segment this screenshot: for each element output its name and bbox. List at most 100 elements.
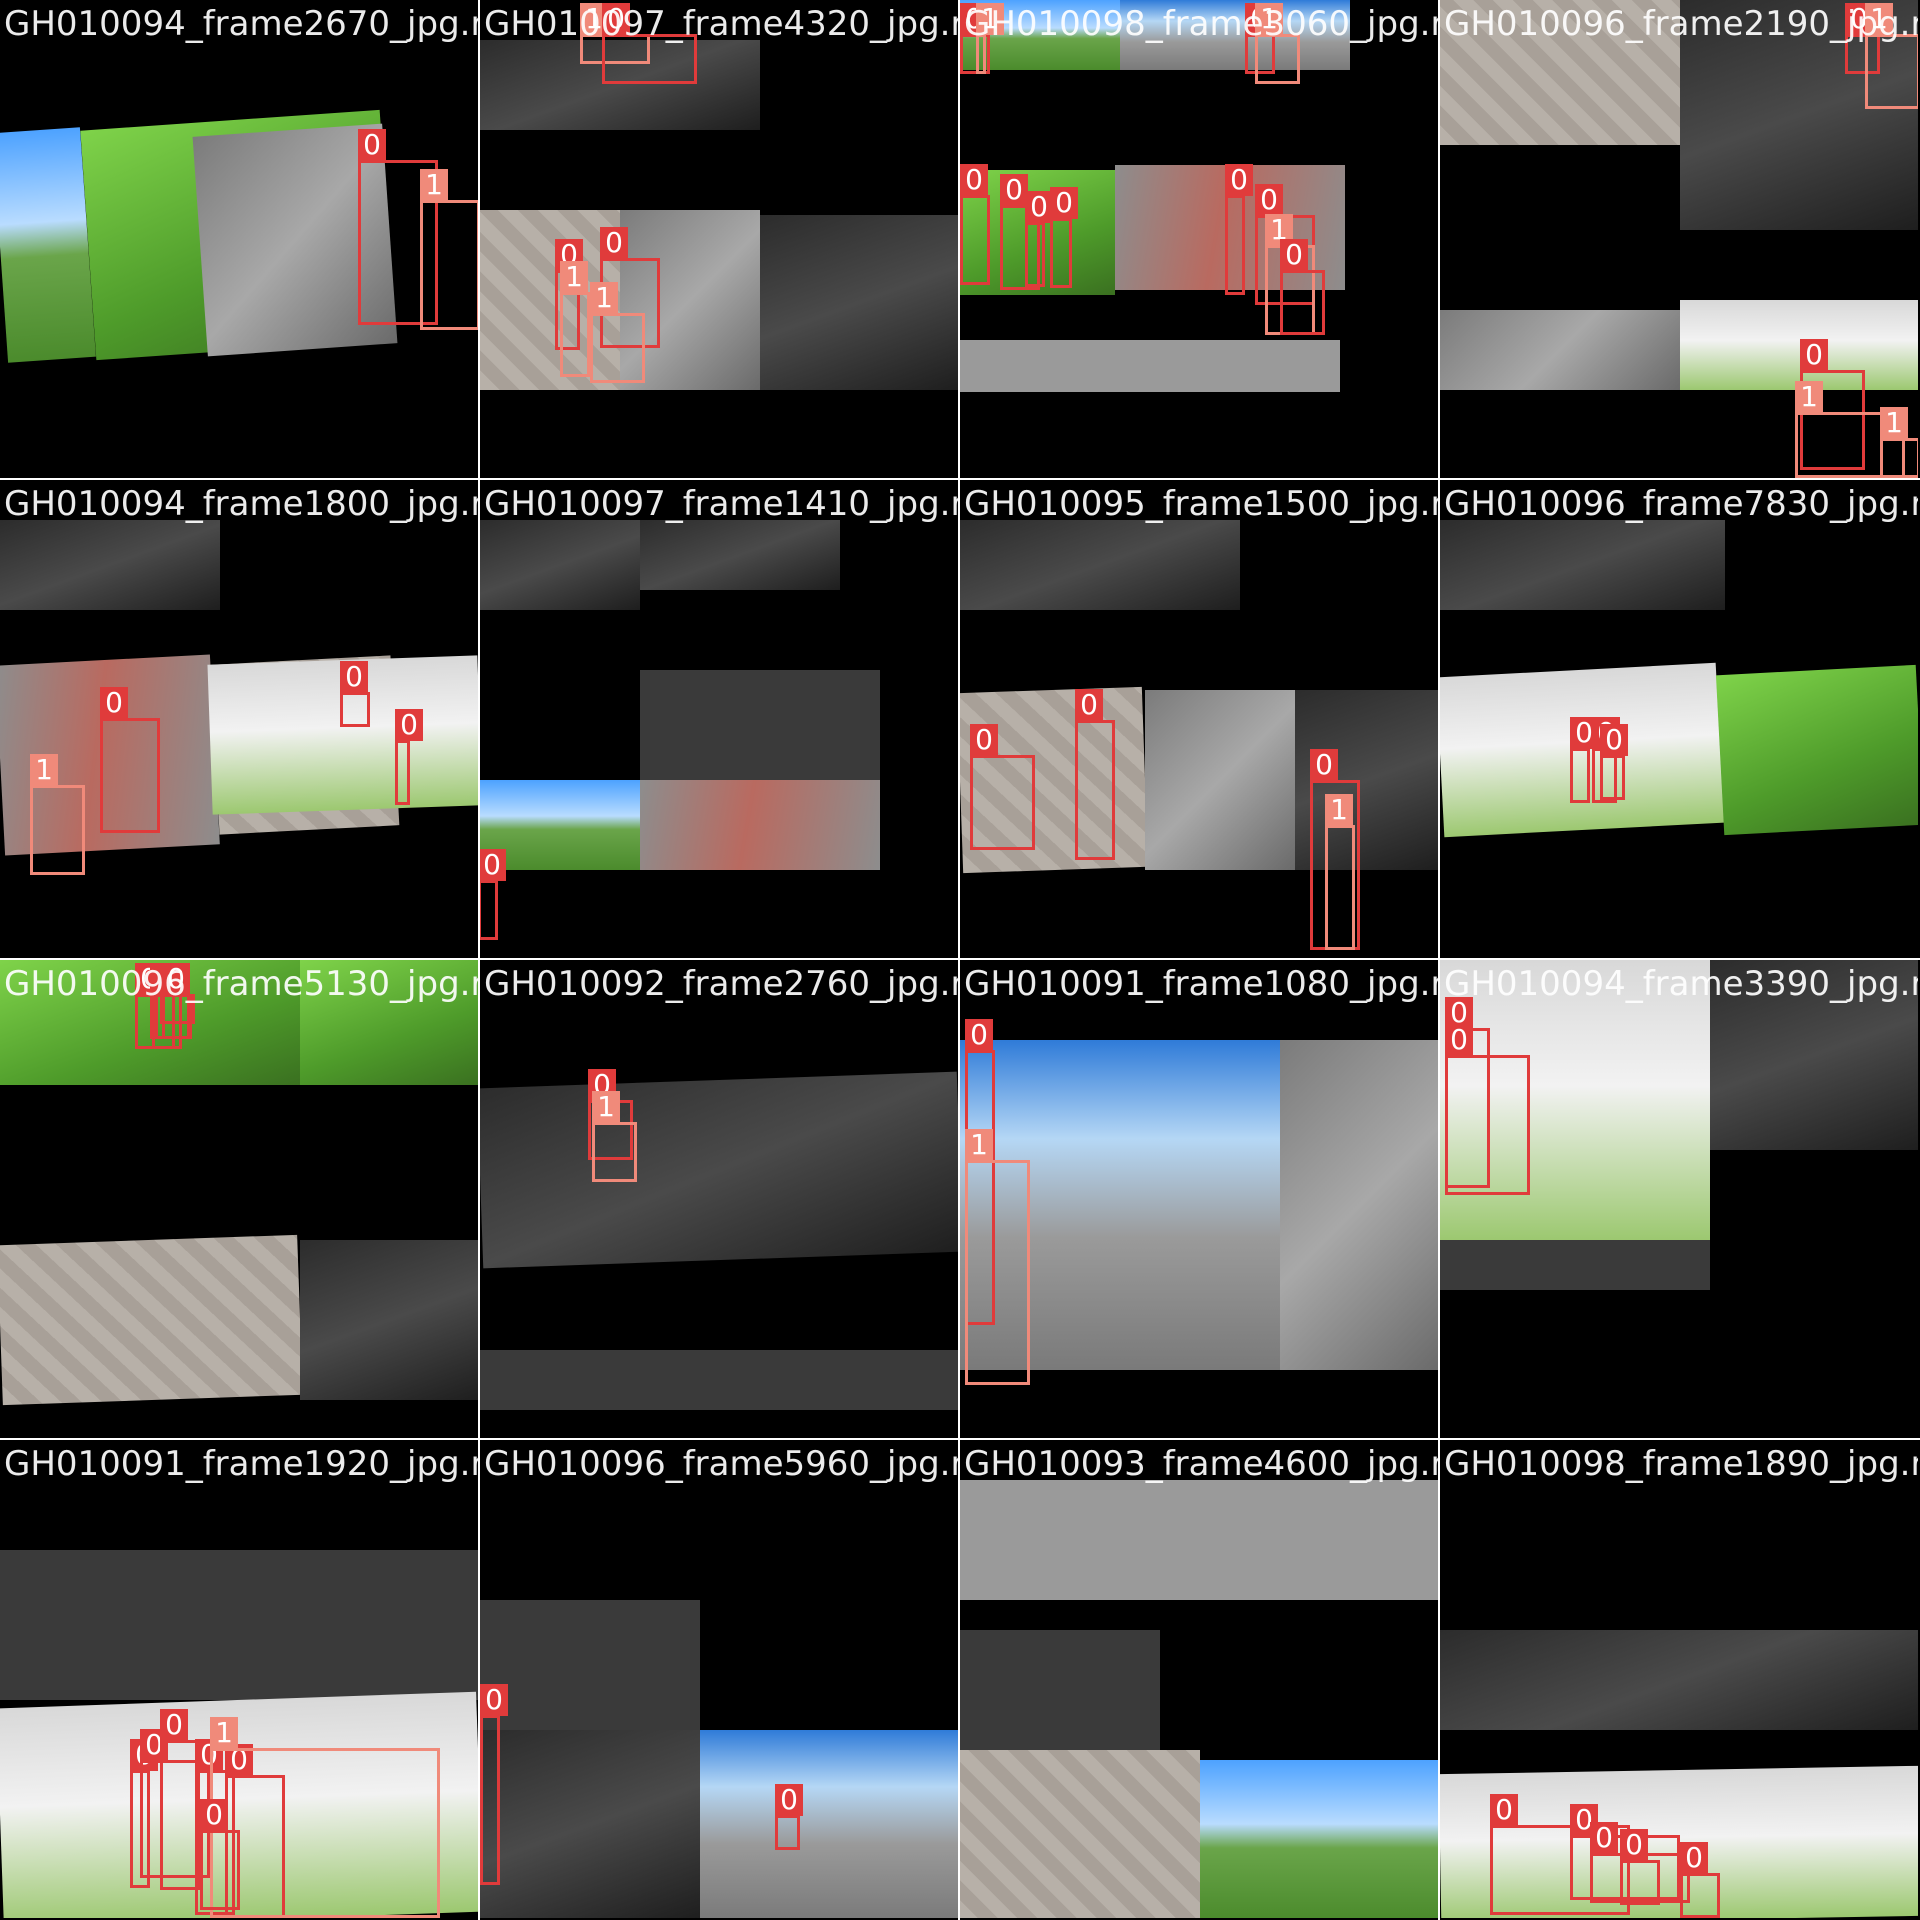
- tile-filename-label: GH010094_frame2670_jpg.rf: [4, 4, 478, 44]
- tile-filename-label: GH010097_frame1410_jpg.rf: [484, 484, 958, 524]
- detection-box: 0: [775, 1784, 803, 1850]
- tile-filename-label: GH010096_frame5130_jpg.rf: [4, 964, 478, 1004]
- detection-box: 0: [1050, 187, 1078, 288]
- tile-filename-label: GH010094_frame3390_jpg.rf: [1444, 964, 1918, 1004]
- augmented-photo-patch: [480, 1350, 958, 1410]
- tile-filename-label: GH010093_frame4600_jpg.rf: [964, 1444, 1438, 1484]
- class-id-tag: 1: [30, 754, 58, 786]
- augmented-photo-patch: [960, 1750, 1200, 1918]
- detection-box: 0: [1445, 1024, 1530, 1195]
- detection-box: 1: [1865, 3, 1918, 109]
- class-id-tag: 0: [1255, 184, 1283, 216]
- class-id-tag: 0: [1000, 174, 1028, 206]
- class-id-tag: 0: [358, 129, 386, 161]
- mosaic-tile: GH010091_frame1920_jpg.rf0000010: [0, 1440, 478, 1918]
- augmented-photo-patch: [960, 340, 1340, 392]
- augmented-photo-patch: [1715, 664, 1918, 836]
- class-id-tag: 0: [340, 661, 368, 693]
- detection-box: 0: [340, 661, 370, 727]
- mosaic-tile: GH010096_frame5130_jpg.rf000000: [0, 960, 478, 1438]
- class-id-tag: 0: [100, 687, 128, 719]
- augmented-photo-patch: [760, 215, 958, 390]
- mosaic-tile: GH010091_frame1080_jpg.rf 0 1: [960, 960, 1438, 1438]
- class-id-tag: 1: [560, 261, 588, 293]
- augmented-photo-patch: [480, 1071, 958, 1269]
- grid-divider-horizontal: [0, 478, 1920, 480]
- class-id-tag: 0: [1310, 749, 1338, 781]
- class-id-tag: 0: [1050, 187, 1078, 219]
- class-id-tag: 0: [1600, 724, 1628, 756]
- mosaic-tile: GH010098_frame3060_jpg.rf010100000010: [960, 0, 1438, 478]
- augmented-photo-patch: [1280, 1040, 1438, 1370]
- class-id-tag: 0: [775, 1784, 803, 1816]
- tile-filename-label: GH010091_frame1080_jpg.rf: [964, 964, 1438, 1004]
- class-id-tag: 0: [1075, 689, 1103, 721]
- class-id-tag: 0: [480, 849, 506, 881]
- augmented-photo-patch: [1200, 1760, 1438, 1918]
- mosaic-tile: GH010098_frame1890_jpg.rf 0 0 0 0 0: [1440, 1440, 1918, 1918]
- detection-box: 0: [395, 709, 423, 805]
- tile-filename-label: GH010096_frame5960_jpg.rf: [484, 1444, 958, 1484]
- tile-filename-label: GH010096_frame2190_jpg.rf: [1444, 4, 1918, 44]
- grid-divider-horizontal: [0, 1438, 1920, 1440]
- class-id-tag: 0: [1590, 1822, 1618, 1854]
- detection-box: 1: [420, 169, 478, 330]
- detection-box: 0: [480, 1684, 508, 1885]
- augmented-photo-patch: [960, 1480, 1438, 1600]
- detection-box: 1: [560, 261, 590, 377]
- class-id-tag: 0: [960, 164, 988, 196]
- class-id-tag: 0: [1490, 1794, 1518, 1826]
- mosaic-tile: GH010096_frame2190_jpg.rf 0 1 0 1 1: [1440, 0, 1918, 478]
- detection-box: 0: [970, 724, 1035, 850]
- grid-divider-vertical: [478, 0, 480, 1920]
- detection-box: 1: [1325, 794, 1355, 950]
- detection-box: 0: [1025, 191, 1053, 287]
- detection-box: 0: [1280, 239, 1325, 335]
- class-id-tag: 0: [1680, 1842, 1708, 1874]
- tile-filename-label: GH010096_frame7830_jpg.rf: [1444, 484, 1918, 524]
- class-id-tag: 1: [592, 1091, 620, 1123]
- detection-box: 0: [1075, 689, 1115, 860]
- tile-filename-label: GH010094_frame1800_jpg.rf: [4, 484, 478, 524]
- detection-box: 0: [100, 687, 160, 833]
- class-id-tag: 1: [1880, 407, 1908, 439]
- augmented-photo-patch: [0, 1234, 303, 1406]
- augmented-photo-patch: [1440, 310, 1680, 390]
- augmented-photo-patch: [1440, 1630, 1918, 1730]
- class-id-tag: 1: [210, 1717, 238, 1749]
- detection-box: 0: [1225, 164, 1253, 295]
- class-id-tag: 0: [160, 1709, 188, 1741]
- detection-box: 1: [210, 1717, 440, 1918]
- mosaic-tile: GH010096_frame7830_jpg.rf000: [1440, 480, 1918, 958]
- augmented-photo-patch: [960, 520, 1240, 610]
- class-id-tag: 0: [480, 1684, 508, 1716]
- detection-box: 0: [200, 1799, 240, 1910]
- augmented-photo-patch: [700, 1730, 958, 1918]
- augmented-photo-patch: [480, 1730, 700, 1918]
- mosaic-grid: GH010094_frame2670_jpg.rf 0 1 GH010097_fram…: [0, 0, 1920, 1920]
- detection-box: 0: [1680, 1842, 1720, 1918]
- augmented-photo-patch: [1145, 690, 1295, 870]
- mosaic-tile: GH010097_frame1410_jpg.rf 0: [480, 480, 958, 958]
- class-id-tag: 0: [200, 1799, 228, 1831]
- detection-box: 1: [30, 754, 85, 875]
- mosaic-tile: GH010097_frame4320_jpg.rf 1 0 0 0 1 1: [480, 0, 958, 478]
- augmented-photo-patch: [480, 520, 640, 610]
- mosaic-tile: GH010092_frame2760_jpg.rf 0 1: [480, 960, 958, 1438]
- detection-box: 0: [160, 1709, 200, 1890]
- detection-box: 0: [1620, 1829, 1660, 1905]
- class-id-tag: 0: [1620, 1829, 1648, 1861]
- mosaic-tile: GH010094_frame2670_jpg.rf 0 1: [0, 0, 478, 478]
- class-id-tag: 1: [965, 1129, 993, 1161]
- detection-box: 0: [1600, 724, 1628, 800]
- class-id-tag: 1: [1325, 794, 1353, 826]
- tile-filename-label: GH010091_frame1920_jpg.rf: [4, 1444, 478, 1484]
- augmented-photo-patch: [0, 1550, 478, 1700]
- class-id-tag: 0: [600, 227, 628, 259]
- grid-divider-vertical: [958, 0, 960, 1920]
- detection-box: 0: [1570, 717, 1598, 803]
- mosaic-tile: GH010095_frame1500_jpg.rf 0 0 0 1: [960, 480, 1438, 958]
- augmented-photo-patch: [300, 1240, 478, 1400]
- mosaic-tile: GH010094_frame1800_jpg.rf 0 1 0 0: [0, 480, 478, 958]
- detection-box: 0: [480, 849, 506, 940]
